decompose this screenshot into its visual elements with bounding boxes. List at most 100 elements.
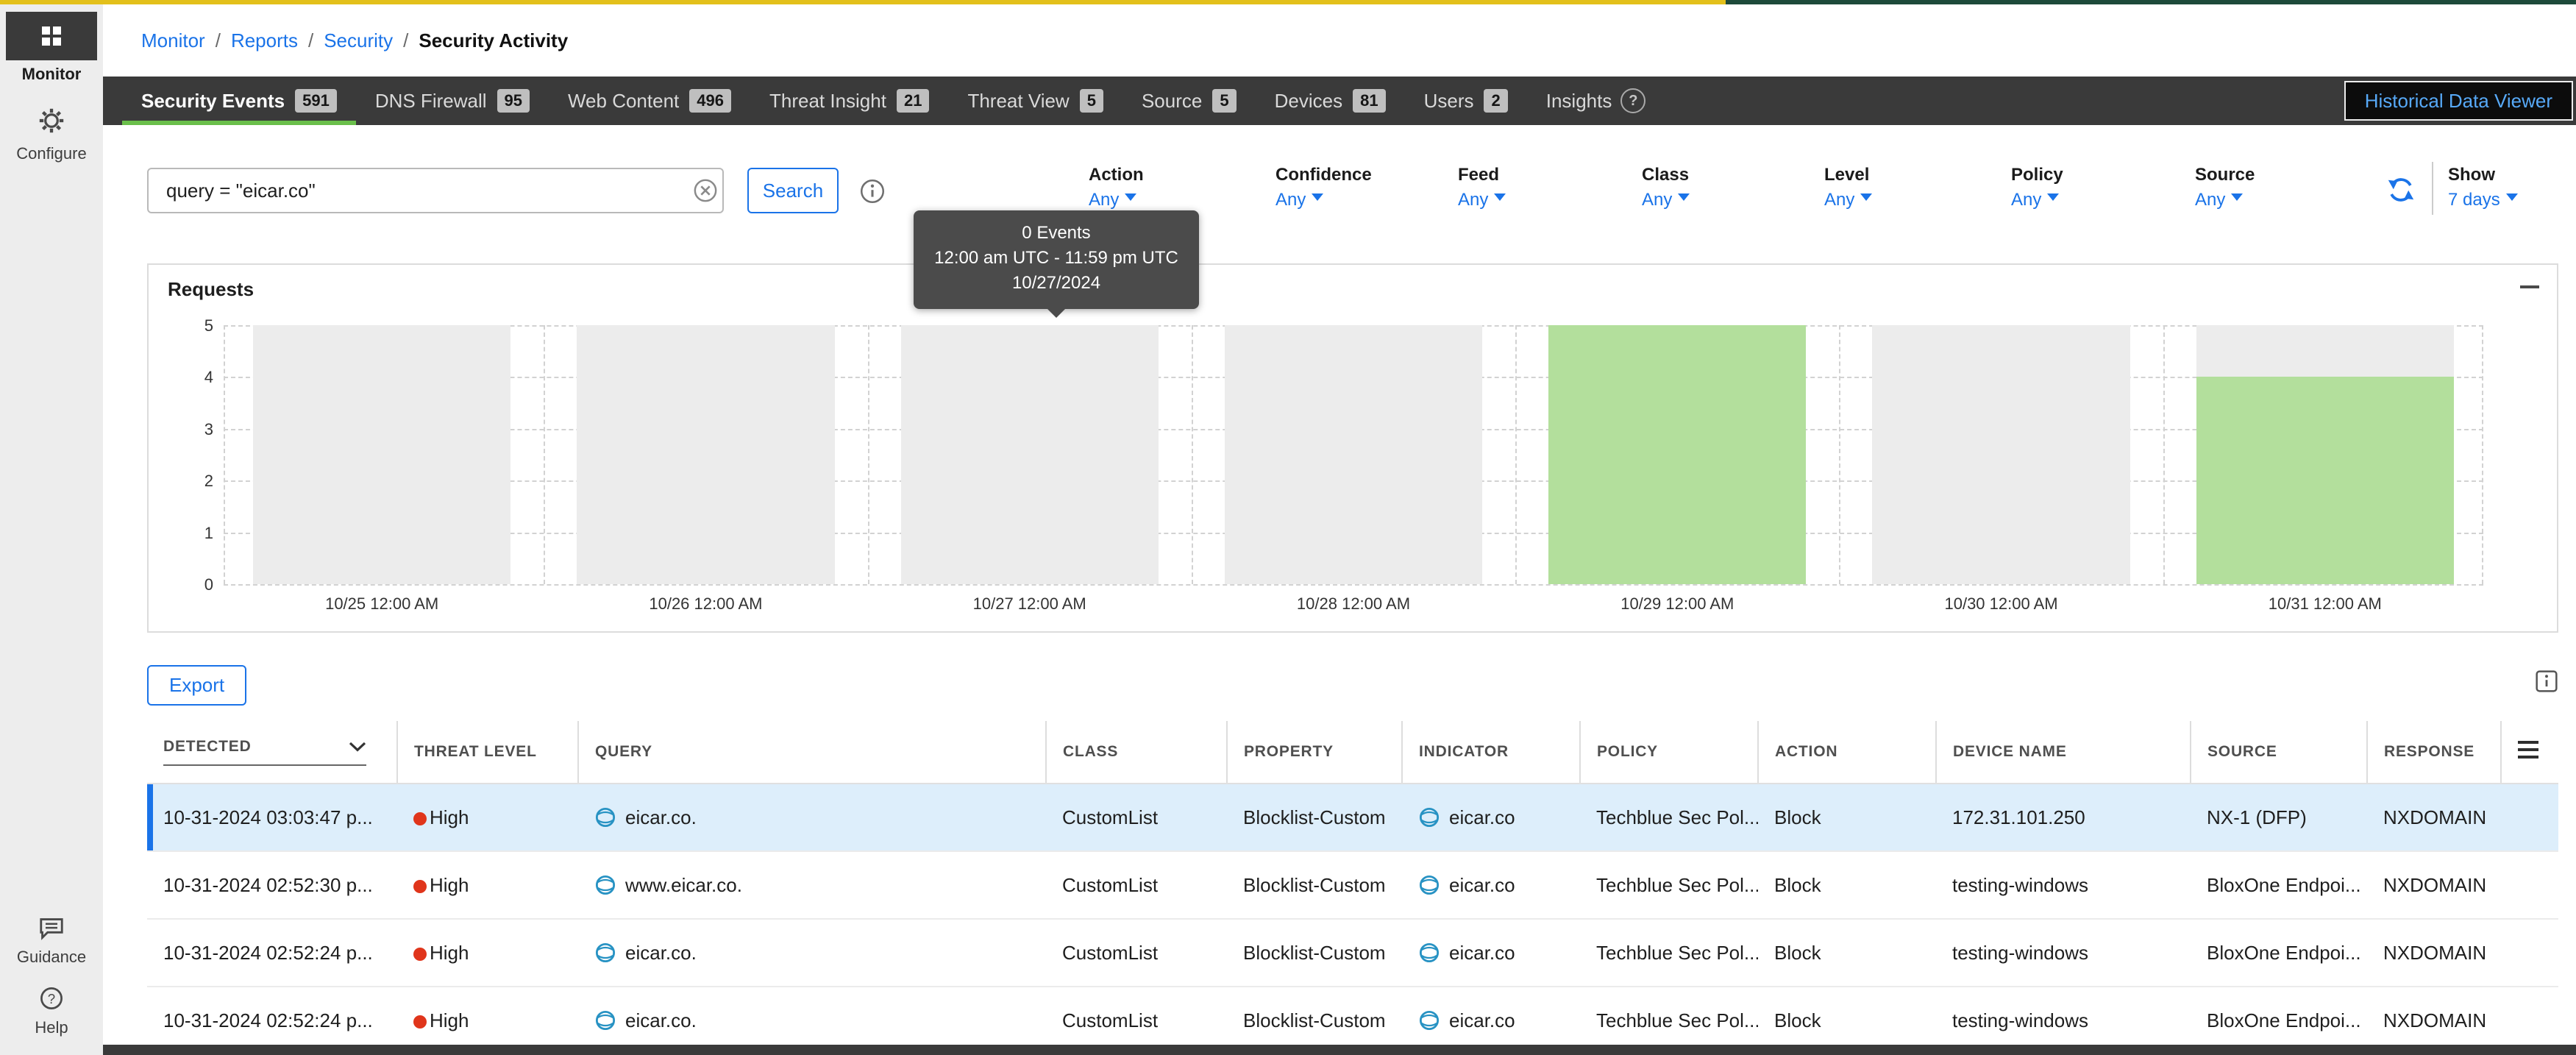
info-circle-icon[interactable] xyxy=(859,178,886,205)
table-row[interactable]: 10-31-2024 02:52:30 p... High www.eicar.… xyxy=(147,851,2558,919)
bottom-scrollbar[interactable] xyxy=(103,1045,2576,1055)
chevron-down-icon xyxy=(1312,193,1323,207)
table-row[interactable]: 10-31-2024 03:03:47 p... High eicar.co. … xyxy=(147,784,2558,851)
filter-label: Class xyxy=(1642,165,1690,185)
cell-response: NXDOMAIN xyxy=(2367,851,2501,919)
filter-value: Any xyxy=(1642,190,1690,210)
tooltip-events-count: 0 Events xyxy=(922,221,1190,246)
table-row[interactable]: 10-31-2024 02:52:24 p... High eicar.co. … xyxy=(147,919,2558,987)
filter-class[interactable]: Class Any xyxy=(1642,165,1690,210)
search-button[interactable]: Search xyxy=(747,168,839,213)
chevron-down-icon xyxy=(1860,193,1872,207)
chart-band-gap xyxy=(1806,594,1872,614)
chart-y-tick: 5 xyxy=(149,316,213,335)
tab-label: Web Content xyxy=(568,90,679,113)
column-header-source[interactable]: SOURCE xyxy=(2191,721,2367,784)
chart-band[interactable] xyxy=(1225,325,1482,584)
column-header-response[interactable]: RESPONSE xyxy=(2367,721,2501,784)
chevron-down-icon xyxy=(1494,193,1506,207)
events-table: DETECTED THREAT LEVEL QUERY CLASS PROPER… xyxy=(147,721,2558,1055)
chevron-down-icon xyxy=(2047,193,2059,207)
chart-band[interactable] xyxy=(253,325,510,584)
cell-threat-level: High xyxy=(397,784,578,851)
search-input[interactable] xyxy=(147,168,724,213)
filter-label: Source xyxy=(2195,165,2255,185)
column-header-property[interactable]: PROPERTY xyxy=(1227,721,1402,784)
chart-title: Requests xyxy=(168,278,254,301)
chart-band-gap xyxy=(1159,325,1225,584)
filter-confidence[interactable]: Confidence Any xyxy=(1275,165,1372,210)
indicator-globe-icon xyxy=(1418,1009,1440,1031)
collapse-panel-icon[interactable] xyxy=(2520,285,2539,288)
chart-band[interactable] xyxy=(1872,325,2130,584)
chart-band[interactable] xyxy=(2196,325,2454,584)
column-header-detected[interactable]: DETECTED xyxy=(147,721,397,784)
sidebar-item-help[interactable]: ? Help xyxy=(0,986,103,1037)
sidebar-item-configure[interactable]: Configure xyxy=(0,107,103,163)
filter-source[interactable]: Source Any xyxy=(2195,165,2255,210)
tab-label: DNS Firewall xyxy=(375,90,487,113)
column-header-class[interactable]: CLASS xyxy=(1046,721,1227,784)
tab-users[interactable]: Users 2 xyxy=(1405,77,1527,125)
column-header-device-name[interactable]: DEVICE NAME xyxy=(1936,721,2191,784)
cell-device-name: testing-windows xyxy=(1936,919,2191,987)
sidebar-item-guidance[interactable]: Guidance xyxy=(0,917,103,967)
column-header-policy[interactable]: POLICY xyxy=(1580,721,1758,784)
cell-device-name: testing-windows xyxy=(1936,851,2191,919)
sidebar-bottom: Guidance ? Help xyxy=(0,898,103,1037)
breadcrumb-link-security[interactable]: Security xyxy=(324,29,393,52)
tab-insights[interactable]: Insights ? xyxy=(1527,77,1665,125)
cell-property: Blocklist-Custom xyxy=(1227,919,1402,987)
column-header-action[interactable]: ACTION xyxy=(1758,721,1936,784)
cell-policy: Techblue Sec Pol... xyxy=(1580,784,1758,851)
tab-devices[interactable]: Devices 81 xyxy=(1256,77,1405,125)
historical-data-viewer-button[interactable]: Historical Data Viewer xyxy=(2344,81,2573,121)
requests-chart-panel: Requests 012345 10/25 12:00 AM10/26 12:0… xyxy=(147,263,2558,633)
filter-action[interactable]: Action Any xyxy=(1089,165,1144,210)
column-menu-icon[interactable] xyxy=(2518,741,2538,759)
clear-search-icon[interactable] xyxy=(693,178,718,203)
sidebar-item-label: Guidance xyxy=(0,948,103,967)
cell-query: eicar.co. xyxy=(578,784,1046,851)
tab-threat-view[interactable]: Threat View 5 xyxy=(948,77,1122,125)
chevron-down-icon xyxy=(2231,193,2243,207)
filter-value: Any xyxy=(1089,190,1144,210)
tab-label: Threat Insight xyxy=(769,90,886,113)
show-range-dropdown[interactable]: Show 7 days xyxy=(2448,165,2518,210)
cell-property: Blocklist-Custom xyxy=(1227,851,1402,919)
cell-query: eicar.co. xyxy=(578,919,1046,987)
breadcrumb-link-monitor[interactable]: Monitor xyxy=(141,29,205,52)
filter-policy[interactable]: Policy Any xyxy=(2011,165,2063,210)
filter-label: Action xyxy=(1089,165,1144,185)
sidebar-item-monitor[interactable]: Monitor xyxy=(0,12,103,84)
export-button[interactable]: Export xyxy=(147,665,246,706)
tab-badge: 95 xyxy=(497,89,530,113)
filter-feed[interactable]: Feed Any xyxy=(1458,165,1506,210)
filter-level[interactable]: Level Any xyxy=(1824,165,1872,210)
chart-x-label: 10/28 12:00 AM xyxy=(1225,594,1482,614)
threat-level-dot xyxy=(413,812,427,825)
cell-class: CustomList xyxy=(1046,851,1227,919)
column-header-indicator[interactable]: INDICATOR xyxy=(1402,721,1580,784)
chart-band[interactable] xyxy=(901,325,1159,584)
filter-value: Any xyxy=(2195,190,2255,210)
column-header-threat-level[interactable]: THREAT LEVEL xyxy=(397,721,578,784)
refresh-icon[interactable] xyxy=(2386,175,2416,205)
sidebar-item-label: Monitor xyxy=(0,65,103,84)
tab-threat-insight[interactable]: Threat Insight 21 xyxy=(750,77,948,125)
tab-dns-firewall[interactable]: DNS Firewall 95 xyxy=(356,77,549,125)
tab-source[interactable]: Source 5 xyxy=(1122,77,1256,125)
cell-menu xyxy=(2501,784,2558,851)
tab-badge: 2 xyxy=(1484,89,1507,113)
breadcrumb-link-reports[interactable]: Reports xyxy=(231,29,298,52)
sidebar: Monitor Configure Guidance ? Help xyxy=(0,4,103,1055)
tab-web-content[interactable]: Web Content 496 xyxy=(549,77,750,125)
chart-band-gap xyxy=(835,594,901,614)
table-info-icon[interactable] xyxy=(2535,669,2558,693)
tab-security-events[interactable]: Security Events 591 xyxy=(122,77,356,125)
tooltip-date: 10/27/2024 xyxy=(922,271,1190,296)
column-header-query[interactable]: QUERY xyxy=(578,721,1046,784)
chart-band[interactable] xyxy=(1548,325,1806,584)
chart-band[interactable] xyxy=(577,325,834,584)
svg-text:?: ? xyxy=(48,991,55,1006)
